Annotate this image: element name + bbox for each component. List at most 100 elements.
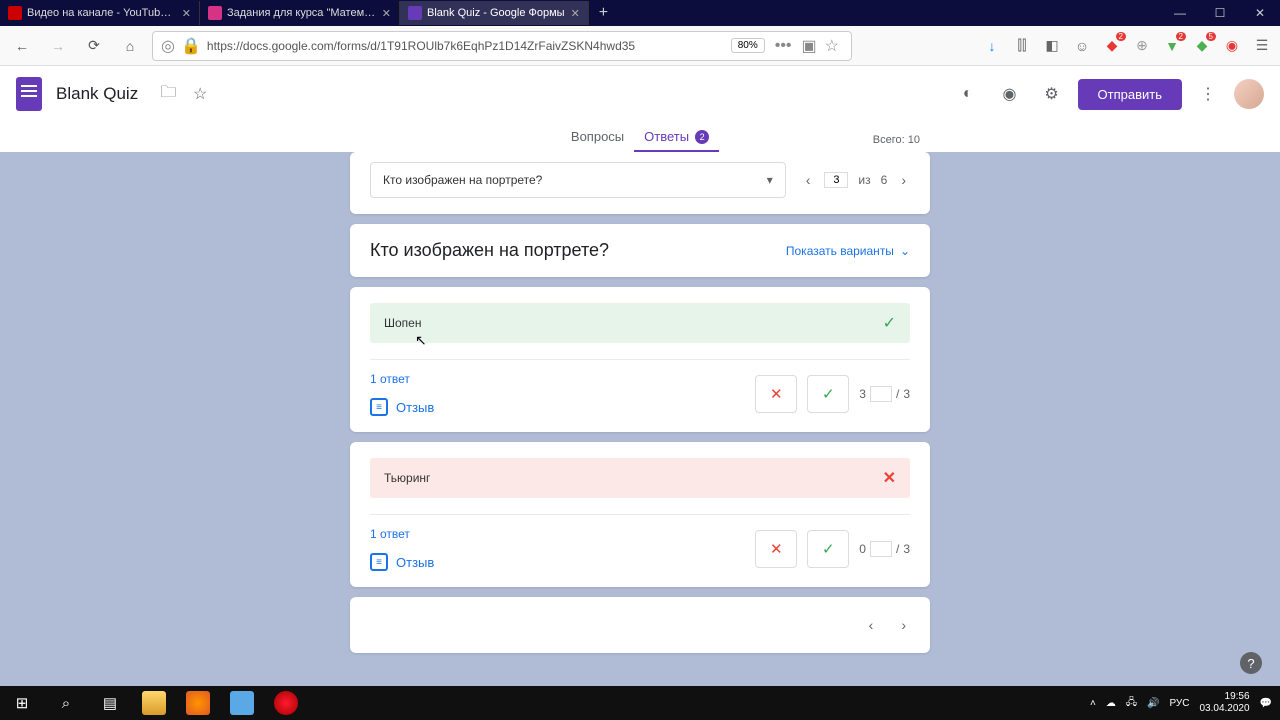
feedback-link[interactable]: ≡ Отзыв (370, 553, 434, 571)
language-indicator[interactable]: РУС (1169, 698, 1189, 709)
x-icon: ✕ (883, 468, 896, 488)
zoom-level[interactable]: 80% (731, 38, 765, 53)
preview-icon[interactable]: ◉ (994, 78, 1026, 110)
browser-tab-strip: Видео на канале - YouTube St ✕ Задания д… (0, 0, 1280, 26)
browser-tab[interactable]: Blank Quiz - Google Формы ✕ (400, 1, 589, 25)
close-icon[interactable]: ✕ (382, 7, 391, 20)
extension-icon[interactable]: ◆2 (1102, 36, 1122, 56)
extension-icon[interactable]: ◉ (1222, 36, 1242, 56)
question-dropdown[interactable]: Кто изображен на портрете? ▾ (370, 162, 786, 198)
answer-text: Тьюринг (384, 471, 430, 485)
settings-icon[interactable]: ⚙ (1036, 78, 1068, 110)
windows-taskbar: ⊞ ⌕ ▤ ˄ ☁ 🖧 🔊 РУС 19:56 03.04.2020 💬 (0, 686, 1280, 720)
question-selector-card: Кто изображен на портрете? ▾ ‹ из 6 › (350, 152, 930, 214)
app-button[interactable] (220, 686, 264, 720)
send-button[interactable]: Отправить (1078, 79, 1182, 110)
menu-icon[interactable]: ☰ (1252, 36, 1272, 56)
next-icon[interactable]: › (897, 613, 910, 637)
pager-card: ‹ › (350, 597, 930, 653)
account-icon[interactable]: ☺ (1072, 36, 1092, 56)
volume-icon[interactable]: 🔊 (1147, 698, 1159, 709)
answer-bar-wrong: Тьюринг ✕ (370, 458, 910, 498)
url-text: https://docs.google.com/forms/d/1T91ROUl… (201, 39, 727, 53)
tab-responses[interactable]: Ответы 2 (634, 123, 719, 152)
minimize-button[interactable]: — (1160, 0, 1200, 26)
help-button[interactable]: ? (1240, 652, 1262, 674)
forms-header: Blank Quiz 🗀 ☆ ◐ ◉ ⚙ Отправить ⋮ (0, 66, 1280, 122)
new-tab-button[interactable]: + (589, 4, 618, 22)
total-score: Всего: 10 (873, 134, 920, 146)
next-icon[interactable]: › (897, 168, 910, 192)
more-menu-icon[interactable]: ⋮ (1192, 78, 1224, 110)
more-icon[interactable]: ••• (775, 37, 792, 55)
file-explorer[interactable] (132, 686, 176, 720)
forms-icon (408, 6, 422, 20)
site-icon (208, 6, 222, 20)
star-icon[interactable]: ☆ (184, 78, 216, 110)
close-window-button[interactable]: ✕ (1240, 0, 1280, 26)
chevron-down-icon: ⌄ (900, 244, 910, 258)
divider (370, 514, 910, 515)
mark-wrong-button[interactable]: ✕ (755, 375, 797, 413)
score-stepper[interactable] (870, 386, 892, 402)
network-icon[interactable]: 🖧 (1126, 695, 1137, 712)
search-button[interactable]: ⌕ (44, 686, 88, 720)
answer-bar-correct: Шопен ✓ (370, 303, 910, 343)
folder-icon[interactable]: 🗀 (152, 78, 184, 110)
tab-questions[interactable]: Вопросы (561, 123, 634, 152)
score-max: 3 (903, 542, 910, 556)
onedrive-icon[interactable]: ☁ (1106, 698, 1116, 709)
page-sep: из (858, 173, 870, 187)
library-icon[interactable]: ⫿⫿ (1012, 36, 1032, 56)
tab-title: Задания для курса "Математи (227, 7, 376, 19)
extension-icon[interactable]: ⊕ (1132, 36, 1152, 56)
document-title[interactable]: Blank Quiz (56, 84, 138, 104)
mark-correct-button[interactable]: ✓ (807, 375, 849, 413)
prev-icon[interactable]: ‹ (865, 613, 878, 637)
extension-icon[interactable]: ◆5 (1192, 36, 1212, 56)
downloads-icon[interactable]: ↓ (982, 36, 1002, 56)
chevron-down-icon: ▾ (767, 173, 773, 187)
firefox-app[interactable] (176, 686, 220, 720)
avatar[interactable] (1234, 79, 1264, 109)
notifications-icon[interactable]: 💬 (1260, 698, 1272, 709)
divider (370, 359, 910, 360)
reader-icon[interactable]: ▣ (802, 36, 817, 56)
response-count: 1 ответ (370, 527, 434, 541)
score-value: 0 (859, 542, 866, 556)
tray-chevron-icon[interactable]: ˄ (1090, 698, 1096, 709)
back-button[interactable]: ← (8, 32, 36, 60)
score-stepper[interactable] (870, 541, 892, 557)
opera-app[interactable] (264, 686, 308, 720)
bookmark-star-icon[interactable]: ☆ (825, 36, 839, 56)
prev-icon[interactable]: ‹ (802, 168, 815, 192)
sidebar-icon[interactable]: ◧ (1042, 36, 1062, 56)
url-bar[interactable]: ◎ 🔒 https://docs.google.com/forms/d/1T91… (152, 31, 852, 61)
show-options-link[interactable]: Показать варианты ⌄ (786, 244, 910, 258)
maximize-button[interactable]: ☐ (1200, 0, 1240, 26)
browser-tab[interactable]: Задания для курса "Математи ✕ (200, 1, 400, 25)
tab-title: Blank Quiz - Google Формы (427, 7, 565, 19)
feedback-link[interactable]: ≡ Отзыв (370, 398, 434, 416)
browser-tab[interactable]: Видео на канале - YouTube St ✕ (0, 1, 200, 25)
close-icon[interactable]: ✕ (571, 7, 580, 20)
lock-icon[interactable]: 🔒 (181, 36, 201, 56)
mark-wrong-button[interactable]: ✕ (755, 530, 797, 568)
forms-logo-icon[interactable] (16, 77, 42, 111)
task-view-button[interactable]: ▤ (88, 686, 132, 720)
start-button[interactable]: ⊞ (0, 686, 44, 720)
shield-icon[interactable]: ◎ (161, 36, 175, 56)
clock[interactable]: 19:56 03.04.2020 (1199, 691, 1249, 715)
theme-icon[interactable]: ◐ (952, 78, 984, 110)
page-total: 6 (881, 173, 888, 187)
forward-button[interactable]: → (44, 32, 72, 60)
answer-text: Шопен (384, 316, 421, 330)
home-button[interactable]: ⌂ (116, 32, 144, 60)
reload-button[interactable]: ⟳ (80, 32, 108, 60)
extension-icon[interactable]: ▼2 (1162, 36, 1182, 56)
check-icon: ✓ (883, 313, 896, 333)
responses-badge: 2 (695, 130, 709, 144)
mark-correct-button[interactable]: ✓ (807, 530, 849, 568)
page-input[interactable] (824, 172, 848, 188)
close-icon[interactable]: ✕ (182, 7, 191, 20)
